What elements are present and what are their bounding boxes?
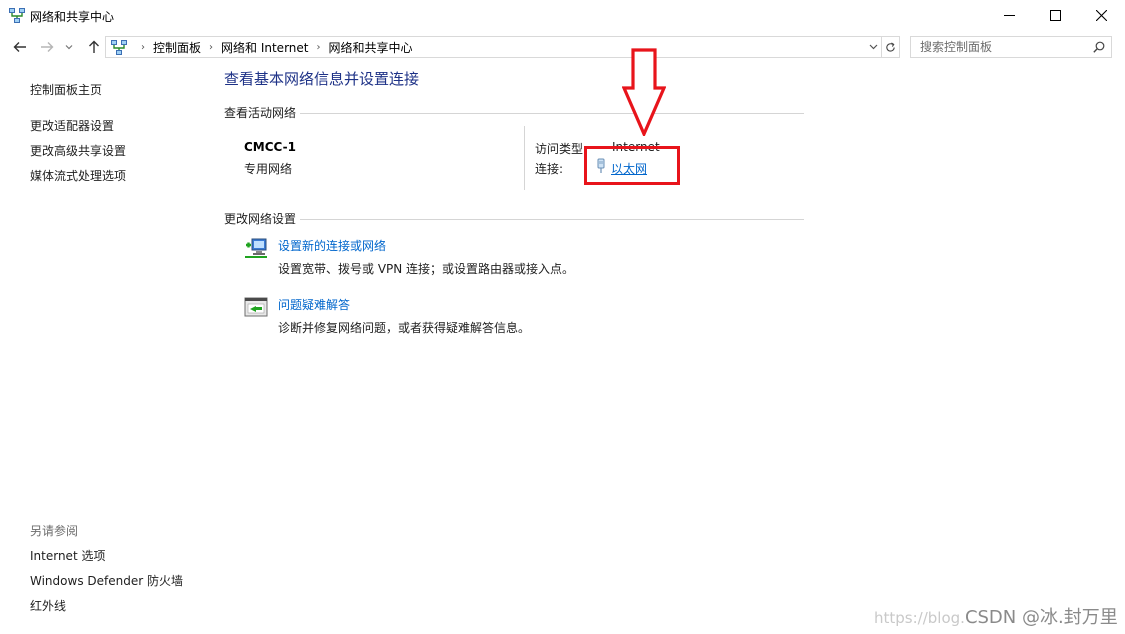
minimize-icon: [1003, 15, 1015, 16]
breadcrumb-separator-icon[interactable]: ›: [316, 42, 320, 53]
close-button[interactable]: [1078, 0, 1124, 31]
breadcrumb-control-panel[interactable]: 控制面板: [153, 39, 201, 56]
breadcrumb-network-sharing-center[interactable]: 网络和共享中心: [328, 39, 412, 56]
refresh-button[interactable]: [882, 36, 900, 58]
troubleshoot-icon: [244, 297, 268, 317]
breadcrumb-separator-icon[interactable]: ›: [141, 42, 145, 53]
see-also-title: 另请参阅: [30, 524, 79, 538]
watermark: https://blog.CSDN @冰.封万里: [874, 603, 1118, 629]
recent-locations-button[interactable]: [62, 37, 76, 57]
search-input[interactable]: [911, 37, 1091, 57]
search-icon[interactable]: [1093, 41, 1105, 53]
window-title: 网络和共享中心: [30, 10, 115, 24]
breadcrumb-network-internet[interactable]: 网络和 Internet: [221, 39, 308, 56]
network-center-icon: [9, 8, 25, 23]
watermark-faint-text: https://blog.: [874, 609, 965, 627]
change-adapter-settings-link[interactable]: 更改适配器设置: [30, 117, 114, 134]
setup-new-connection-link[interactable]: 设置新的连接或网络: [278, 237, 386, 254]
breadcrumb: › 控制面板 › 网络和 Internet › 网络和共享中心: [133, 37, 413, 57]
active-networks-title: 查看活动网络: [224, 106, 297, 120]
close-icon: [1095, 10, 1107, 21]
infrared-link[interactable]: 红外线: [30, 597, 66, 614]
control-panel-icon: [111, 40, 127, 55]
vertical-divider: [524, 126, 525, 190]
navigation-bar: › 控制面板 › 网络和 Internet › 网络和共享中心: [0, 33, 1125, 61]
address-dropdown-button[interactable]: [865, 37, 881, 57]
back-button[interactable]: [10, 37, 30, 57]
left-pane: 控制面板主页 更改适配器设置 更改高级共享设置 媒体流式处理选项 另请参阅 In…: [0, 62, 210, 634]
windows-defender-firewall-link[interactable]: Windows Defender 防火墙: [30, 572, 183, 589]
control-panel-home-link[interactable]: 控制面板主页: [30, 81, 102, 98]
address-bar[interactable]: › 控制面板 › 网络和 Internet › 网络和共享中心: [105, 36, 882, 58]
forward-button[interactable]: [37, 37, 57, 57]
network-category: 专用网络: [244, 162, 293, 176]
setup-new-connection-description: 设置宽带、拨号或 VPN 连接；或设置路由器或接入点。: [278, 262, 575, 276]
media-streaming-options-link[interactable]: 媒体流式处理选项: [30, 167, 126, 184]
access-type-label: 访问类型:: [535, 142, 588, 156]
chevron-down-icon: [65, 45, 73, 50]
section-divider: [300, 113, 804, 114]
refresh-icon: [886, 41, 895, 52]
up-button[interactable]: [84, 37, 104, 57]
troubleshoot-problems-description: 诊断并修复网络问题，或者获得疑难解答信息。: [278, 321, 531, 335]
change-settings-title: 更改网络设置: [224, 212, 297, 226]
title-bar: 网络和共享中心: [0, 0, 1125, 31]
page-title: 查看基本网络信息并设置连接: [224, 70, 420, 88]
arrow-up-icon: [89, 40, 99, 53]
arrow-right-icon: [41, 42, 54, 52]
change-advanced-sharing-link[interactable]: 更改高级共享设置: [30, 142, 126, 159]
maximize-icon: [1049, 10, 1061, 21]
connections-label: 连接:: [535, 162, 564, 176]
annotation-highlight-box: [584, 146, 680, 185]
annotation-arrow-icon: [622, 48, 666, 136]
new-connection-icon: [245, 238, 267, 258]
search-box[interactable]: [910, 36, 1112, 58]
arrow-left-icon: [13, 42, 26, 52]
section-divider: [300, 219, 804, 220]
troubleshoot-problems-link[interactable]: 问题疑难解答: [278, 296, 350, 313]
minimize-button[interactable]: [986, 0, 1032, 31]
chevron-down-icon: [869, 44, 877, 50]
watermark-csdn-text: CSDN @冰.封万里: [964, 607, 1118, 628]
maximize-button[interactable]: [1032, 0, 1078, 31]
internet-options-link[interactable]: Internet 选项: [30, 547, 105, 564]
network-name: CMCC-1: [244, 140, 296, 154]
breadcrumb-separator-icon[interactable]: ›: [209, 42, 213, 53]
